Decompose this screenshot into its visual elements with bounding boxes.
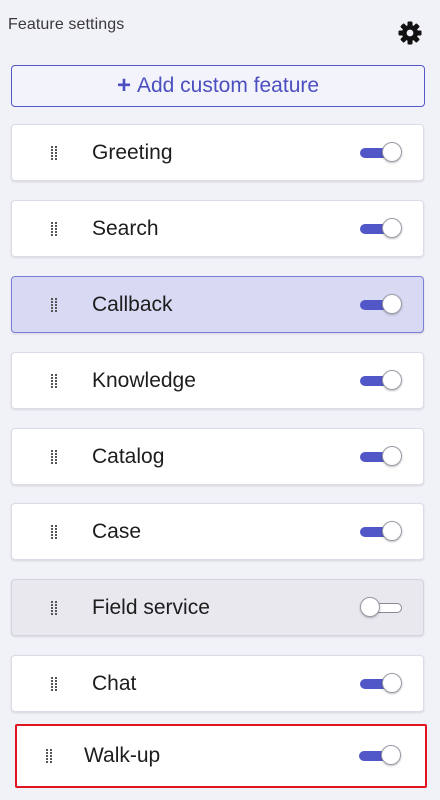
feature-label: Callback — [92, 292, 173, 316]
toggle-knob — [382, 445, 402, 466]
feature-toggle[interactable] — [358, 445, 404, 468]
toggle-knob — [382, 293, 402, 314]
feature-row-catalog[interactable]: Catalog — [11, 428, 424, 485]
toggle-knob — [382, 141, 402, 162]
feature-toggle[interactable] — [357, 745, 403, 767]
feature-label: Walk-up — [84, 744, 161, 767]
add-custom-feature-label: Add custom feature — [136, 74, 320, 97]
feature-row-knowledge[interactable]: Knowledge — [11, 352, 424, 409]
plus-icon: + — [116, 72, 131, 99]
panel-header: Feature settings — [0, 0, 440, 56]
feature-row-case[interactable]: Case — [11, 503, 424, 560]
feature-toggle[interactable] — [358, 596, 404, 619]
feature-label: Catalog — [92, 444, 165, 468]
drag-handle-icon[interactable] — [50, 600, 58, 615]
drag-handle-icon[interactable] — [50, 373, 58, 388]
toggle-knob — [360, 596, 380, 617]
add-custom-feature-button[interactable]: + Add custom feature — [11, 65, 425, 107]
drag-handle-icon[interactable] — [50, 297, 58, 312]
drag-handle-icon[interactable] — [50, 524, 58, 539]
feature-row-search[interactable]: Search — [11, 200, 424, 257]
toggle-knob — [382, 672, 402, 693]
feature-label: Greeting — [92, 140, 173, 164]
drag-handle-icon[interactable] — [50, 145, 58, 160]
drag-handle-icon[interactable] — [50, 221, 58, 236]
toggle-knob — [382, 369, 402, 390]
feature-label: Knowledge — [92, 368, 196, 392]
feature-row-chat[interactable]: Chat — [11, 655, 424, 712]
toggle-knob — [382, 217, 402, 238]
feature-row-greeting[interactable]: Greeting — [11, 124, 424, 181]
feature-toggle[interactable] — [358, 141, 404, 164]
page-title: Feature settings — [8, 16, 125, 33]
feature-label: Search — [92, 216, 159, 240]
toggle-knob — [381, 745, 401, 765]
feature-toggle[interactable] — [358, 520, 404, 543]
feature-toggle[interactable] — [358, 293, 404, 316]
feature-row-field-service[interactable]: Field service — [11, 579, 424, 636]
feature-row-callback[interactable]: Callback — [11, 276, 424, 333]
drag-handle-icon[interactable] — [50, 676, 58, 691]
feature-toggle[interactable] — [358, 369, 404, 392]
feature-row-walk-up[interactable]: Walk-up — [15, 724, 427, 788]
feature-label: Field service — [92, 595, 210, 619]
gear-icon[interactable] — [397, 20, 423, 46]
feature-toggle[interactable] — [358, 672, 404, 695]
feature-toggle[interactable] — [358, 217, 404, 240]
toggle-knob — [382, 520, 402, 541]
feature-label: Case — [92, 519, 142, 543]
feature-label: Chat — [92, 671, 137, 695]
drag-handle-icon[interactable] — [50, 449, 58, 464]
drag-handle-icon[interactable] — [45, 749, 53, 763]
